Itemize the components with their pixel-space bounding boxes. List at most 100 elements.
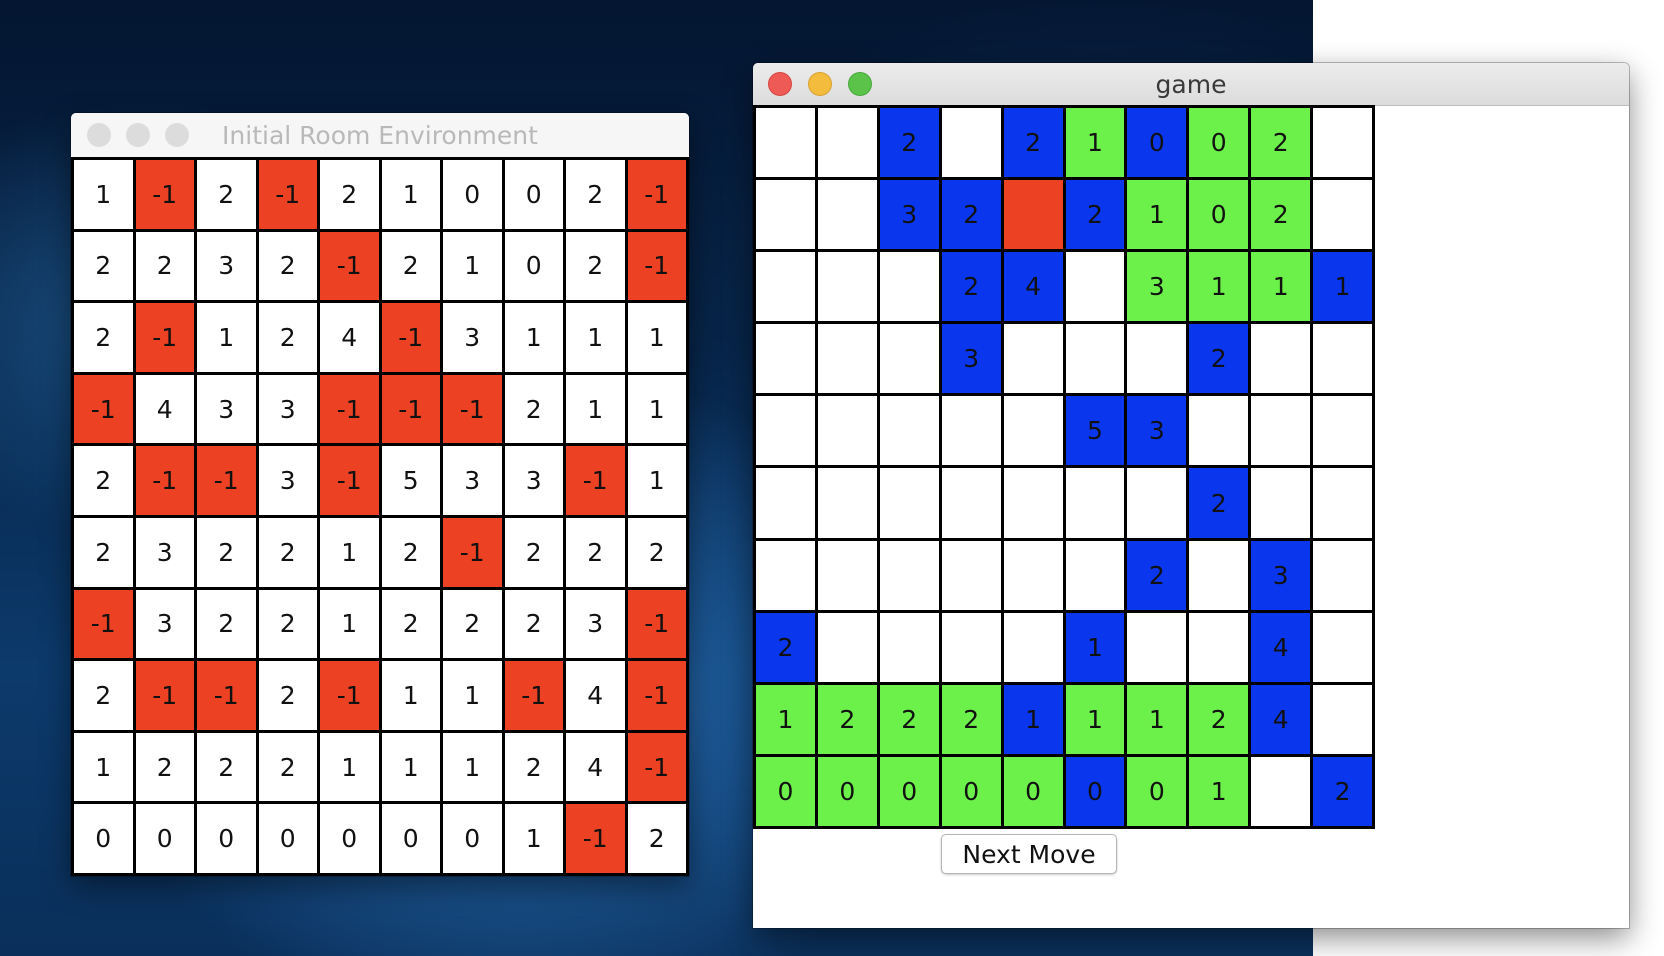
game-cell: 3 [1127, 252, 1187, 322]
game-cell [1313, 468, 1372, 538]
game-cell: 3 [1127, 396, 1187, 466]
game-cell [1189, 396, 1249, 466]
game-cell [879, 468, 939, 538]
game-cell [1065, 468, 1125, 538]
env-cell: 2 [135, 732, 194, 802]
game-cell: 2 [1189, 324, 1249, 394]
env-cell: 2 [74, 446, 133, 515]
env-cell: 2 [258, 661, 317, 730]
game-cell [941, 396, 1001, 466]
env-cell: -1 [627, 231, 686, 301]
env-cell: 1 [320, 589, 379, 659]
game-cell [941, 108, 1001, 178]
env-cell: 2 [566, 517, 625, 587]
env-cell: 0 [504, 231, 563, 301]
env-cell: -1 [197, 446, 256, 515]
game-cell: 2 [817, 684, 877, 754]
env-cell: 3 [197, 374, 256, 444]
game-cell: 4 [1251, 684, 1311, 754]
next-move-button[interactable]: Next Move [941, 834, 1117, 874]
env-cell: 3 [258, 446, 317, 515]
env-cell: 2 [504, 374, 563, 444]
game-cell: 2 [1003, 108, 1063, 178]
game-cell: 1 [1127, 684, 1187, 754]
env-cell: 1 [627, 446, 686, 515]
env-cell: 2 [504, 589, 563, 659]
game-cell [879, 612, 939, 682]
env-cell: 1 [381, 732, 440, 802]
env-cell: 3 [197, 231, 256, 301]
game-cell: 0 [1127, 756, 1187, 826]
game-cell: 1 [1251, 252, 1311, 322]
env-cell: -1 [197, 661, 256, 730]
env-cell: -1 [627, 589, 686, 659]
env-cell: -1 [566, 446, 625, 515]
env-cell: 2 [258, 303, 317, 372]
game-cell [756, 252, 815, 322]
env-cell: 1 [320, 732, 379, 802]
env-cell: 0 [443, 804, 502, 873]
env-cell: -1 [627, 661, 686, 730]
game-cell [941, 612, 1001, 682]
game-titlebar[interactable]: game [753, 63, 1629, 106]
game-cell: 2 [1251, 180, 1311, 250]
env-cell: 1 [443, 231, 502, 301]
game-cell [1003, 540, 1063, 610]
game-cell: 1 [1065, 612, 1125, 682]
game-cell [1251, 396, 1311, 466]
game-cell [1003, 468, 1063, 538]
game-cell: 2 [879, 684, 939, 754]
game-cell: 1 [1065, 108, 1125, 178]
env-cell: 2 [197, 732, 256, 802]
game-cell [1003, 324, 1063, 394]
game-cell: 2 [941, 252, 1001, 322]
env-titlebar[interactable]: Initial Room Environment [71, 113, 689, 158]
game-cell [1065, 324, 1125, 394]
env-cell: 2 [197, 589, 256, 659]
env-cell: -1 [320, 446, 379, 515]
env-cell: 4 [566, 661, 625, 730]
env-cell: 2 [627, 804, 686, 873]
game-cell: 0 [1127, 108, 1187, 178]
env-cell: 2 [258, 231, 317, 301]
env-cell: 3 [135, 589, 194, 659]
game-cell [1251, 324, 1311, 394]
env-cell: 2 [320, 160, 379, 229]
game-cell [817, 108, 877, 178]
game-cell [817, 396, 877, 466]
env-cell: -1 [381, 303, 440, 372]
game-cell: 2 [1127, 540, 1187, 610]
env-cell: 2 [74, 231, 133, 301]
game-cell: 1 [1065, 684, 1125, 754]
game-cell: 2 [941, 684, 1001, 754]
env-cell: 2 [74, 303, 133, 372]
env-cell: 0 [135, 804, 194, 873]
game-cell [1065, 540, 1125, 610]
env-cell: 2 [504, 517, 563, 587]
env-cell: 2 [443, 589, 502, 659]
env-cell: -1 [443, 374, 502, 444]
game-cell: 3 [1251, 540, 1311, 610]
game-cell [817, 468, 877, 538]
game-cell [1313, 396, 1372, 466]
game-cell [1251, 756, 1311, 826]
game-cell: 0 [1003, 756, 1063, 826]
env-cell: 2 [197, 160, 256, 229]
env-cell: 2 [258, 589, 317, 659]
game-cell [817, 180, 877, 250]
env-cell: -1 [627, 732, 686, 802]
env-cell: 2 [627, 517, 686, 587]
game-cell [879, 396, 939, 466]
game-cell [1065, 252, 1125, 322]
game-cell [1313, 180, 1372, 250]
game-cell: 0 [941, 756, 1001, 826]
env-cell: 1 [381, 160, 440, 229]
env-cell: 3 [566, 589, 625, 659]
game-cell [756, 180, 815, 250]
game-cell: 0 [1189, 108, 1249, 178]
env-cell: 0 [320, 804, 379, 873]
env-cell: -1 [135, 303, 194, 372]
env-cell: 2 [258, 732, 317, 802]
game-cell [1003, 180, 1063, 250]
env-cell: 0 [258, 804, 317, 873]
